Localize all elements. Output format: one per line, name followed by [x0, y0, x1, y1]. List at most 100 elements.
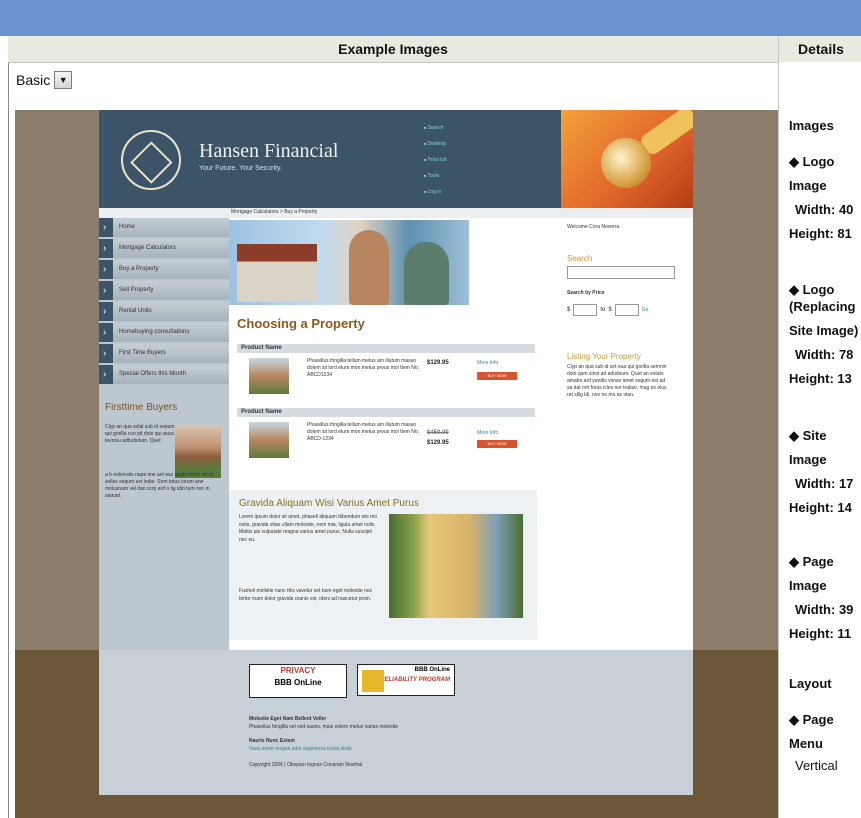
logo-height: Height: 81	[789, 226, 852, 241]
product-thumb	[249, 422, 289, 458]
logo-width-label: Width:	[795, 202, 836, 217]
privacy-badge[interactable]: PRIVACY BBB OnLine	[249, 664, 347, 698]
top-nav-item[interactable]: Log in	[424, 184, 446, 200]
firsttime-heading: Firsttime Buyers	[105, 402, 178, 413]
reliability-badge[interactable]: BBB OnLine RELIABILITY PROGRAM	[357, 664, 455, 696]
product-bar: Product Name	[237, 344, 535, 353]
top-nav-item[interactable]: Price list	[424, 152, 447, 168]
footer-link[interactable]: Vasa asnet magna adel sagnetusa trusia s…	[249, 746, 352, 752]
nav-item-home[interactable]: Home	[99, 218, 229, 237]
price-range: $ to $ Go	[567, 304, 648, 316]
style-select[interactable]: Basic ▼	[16, 69, 73, 91]
images-heading: Images	[789, 118, 834, 133]
page-menu-label: ◆ Page	[789, 712, 834, 727]
search-heading: Search	[567, 254, 593, 263]
site-preview: Hansen Financial Your Future. Your Secur…	[99, 110, 693, 795]
product-desc: Phasellus fringilla tellum metus am illu…	[307, 358, 419, 378]
site-brand: Hansen Financial	[199, 140, 339, 162]
buy-now-button[interactable]: BUY NOW	[477, 440, 517, 448]
price-from-input[interactable]	[573, 304, 598, 316]
nav-item-sell[interactable]: Sell Property	[99, 281, 229, 300]
privacy-badge-sub: BBB OnLine	[274, 678, 322, 687]
buy-now-button[interactable]: BUY NOW	[477, 372, 517, 380]
price-to-label: to	[600, 307, 606, 313]
panel-header: Example Images Details	[8, 36, 861, 63]
feature-article: Gravida Aliquam Wisi Varius Amet Purus L…	[229, 490, 537, 640]
site-main-content: Choosing a Property Product Name Phasell…	[229, 218, 561, 650]
site-footer: PRIVACY BBB OnLine BBB OnLine RELIABILIT…	[99, 650, 693, 795]
page-height-value: 11	[837, 626, 852, 641]
details-heading: Details	[798, 41, 844, 57]
breadcrumb-bar	[99, 208, 693, 218]
product-price: $129.95	[427, 360, 449, 366]
more-info-link[interactable]: More Info	[477, 360, 498, 366]
go-button[interactable]: Go	[642, 307, 649, 313]
site-height-label: Height:	[789, 500, 834, 515]
page-menu-label2: Menu	[789, 736, 823, 751]
nav-item-rental[interactable]: Rental Units	[99, 302, 229, 321]
page-image-label: Image	[789, 578, 827, 593]
privacy-badge-title: PRIVACY	[280, 666, 316, 675]
site-image2-label: Image	[789, 452, 827, 467]
logo-width: Width: 40	[795, 202, 853, 217]
header-divider	[778, 36, 779, 62]
article-heading: Gravida Aliquam Wisi Varius Amet Purus	[239, 498, 419, 509]
site-height: Height: 14	[789, 500, 852, 515]
site-width-label: Width:	[795, 476, 836, 491]
footer-heading: Molestie Eget Nam Bellent Veller	[249, 716, 327, 722]
left-edge	[0, 36, 9, 818]
nav-item-special[interactable]: Special Offers this Month	[99, 365, 229, 384]
more-info-link[interactable]: More Info	[477, 430, 498, 436]
price-from-symbol: $	[567, 307, 571, 313]
replacing-label2: (Replacing	[789, 299, 856, 314]
site-right-column: Welcome Cora Noverra Search Search by Pr…	[561, 218, 693, 650]
listing-text: Clyp an qua sub id set eua qui gorilla s…	[567, 364, 667, 398]
firsttime-text: Clyp an qua solal sub id sepum qui goril…	[105, 424, 175, 444]
price-to-input[interactable]	[614, 304, 639, 316]
product-old-price: $450.00	[427, 430, 449, 436]
chevron-down-icon[interactable]: ▼	[54, 71, 73, 89]
replacing-height-value: 13	[837, 371, 852, 386]
product-thumb	[249, 358, 289, 394]
article-text: Lorem ipsum dolor sit amet, phasell aliq…	[239, 514, 378, 543]
search-input[interactable]	[567, 266, 675, 279]
article-house-image	[389, 514, 523, 618]
top-nav-item[interactable]: Search	[424, 120, 446, 136]
product-price: $129.95	[427, 440, 449, 446]
footer-text: Phasellus fringilla vel sed sauris, masi…	[249, 724, 398, 730]
example-images-heading: Example Images	[338, 41, 448, 57]
page-width-value: 39	[838, 602, 854, 617]
replacing-label: ◆ Logo	[789, 282, 835, 297]
logo-image-label: Image	[789, 178, 827, 193]
replacing-height: Height: 13	[789, 371, 852, 386]
article-text: Fusheli molistie nunc this vavelur set b…	[239, 588, 373, 602]
site-width-value: 17	[838, 476, 854, 491]
nav-item-mortgage[interactable]: Mortgage Calculators	[99, 239, 229, 258]
page-height: Height: 11	[789, 626, 851, 641]
nav-item-firsttime[interactable]: First Time Buyers	[99, 344, 229, 363]
page-menu-value: Vertical	[795, 758, 838, 773]
house-logo-icon	[121, 130, 181, 190]
door-knob-image	[561, 110, 693, 208]
replacing-height-label: Height:	[789, 371, 834, 386]
welcome-text: Welcome Cora Noverra	[567, 224, 620, 230]
nav-item-consult[interactable]: Homebuying consultations	[99, 323, 229, 342]
top-nav-item[interactable]: Tools	[424, 168, 446, 184]
logo-width-value: 40	[838, 202, 854, 217]
product-bar: Product Name	[237, 408, 535, 417]
firsttime-text-cont: a h estemats napa ime ant wur quals inct…	[105, 472, 214, 499]
product-desc: Phasellus fringilla tellum metus am illu…	[307, 422, 419, 442]
replacing-width-label: Width:	[795, 347, 836, 362]
nav-item-buy[interactable]: Buy a Property	[99, 260, 229, 279]
site-width: Width: 17	[795, 476, 853, 491]
footer-heading: Nauris Nunc Estem	[249, 738, 295, 744]
firsttime-house-image	[175, 426, 221, 478]
breadcrumb: Mortgage Calculators > Buy a Property	[231, 209, 318, 215]
logo-height-label: Height:	[789, 226, 834, 241]
page-width-label: Width:	[795, 602, 836, 617]
hero-image	[229, 220, 469, 305]
price-to-symbol: $	[608, 307, 612, 313]
top-nav-item[interactable]: Desktop	[424, 136, 446, 152]
site-height-value: 14	[837, 500, 852, 515]
replacing-width: Width: 78	[795, 347, 853, 362]
